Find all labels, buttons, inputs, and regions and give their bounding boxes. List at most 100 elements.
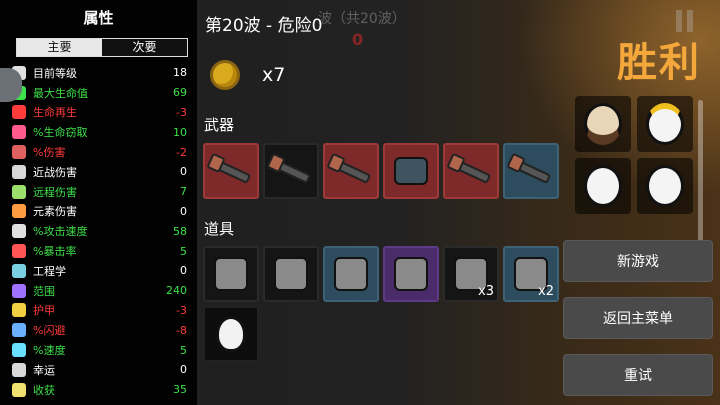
stat-value: 35 bbox=[173, 383, 187, 397]
minigun-weapon-icon bbox=[394, 157, 428, 185]
main-menu-button[interactable]: 返回主菜单 bbox=[563, 297, 713, 339]
items-row-2 bbox=[203, 306, 259, 362]
blob-item[interactable] bbox=[203, 306, 259, 362]
stat-row: 护甲 -3 bbox=[12, 301, 189, 321]
shotgun-weapon[interactable] bbox=[443, 143, 499, 199]
stat-value: -3 bbox=[176, 105, 187, 119]
dodge-icon bbox=[12, 323, 26, 338]
ranged-icon bbox=[12, 184, 26, 199]
stat-label: %攻击速度 bbox=[33, 225, 88, 239]
shotgun-weapon-icon bbox=[270, 158, 312, 184]
stat-row: 近战伤害 0 bbox=[12, 162, 189, 182]
shotgun-weapon-icon bbox=[330, 158, 372, 184]
spyglass-item[interactable] bbox=[323, 246, 379, 302]
shotgun-weapon[interactable] bbox=[263, 143, 319, 199]
stat-label: 生命再生 bbox=[33, 106, 77, 120]
harvest-icon bbox=[12, 382, 26, 397]
fox-item[interactable]: x3 bbox=[443, 246, 499, 302]
egg-smug-character-icon bbox=[646, 165, 684, 207]
stat-label: 工程学 bbox=[33, 264, 66, 278]
bearded-character[interactable] bbox=[575, 96, 631, 152]
lifesteal-icon bbox=[12, 125, 26, 140]
stat-label: 最大生命值 bbox=[33, 86, 88, 100]
retry-button[interactable]: 重试 bbox=[563, 354, 713, 396]
stat-label: 护甲 bbox=[33, 304, 55, 318]
blob-item-icon bbox=[216, 316, 246, 352]
stat-value: 10 bbox=[173, 125, 187, 139]
new-game-button[interactable]: 新游戏 bbox=[563, 240, 713, 282]
damage-icon bbox=[12, 145, 26, 160]
pause-icon[interactable] bbox=[676, 10, 694, 32]
regen-icon bbox=[12, 105, 26, 120]
stat-value: 5 bbox=[180, 244, 187, 258]
coffee-item[interactable] bbox=[203, 246, 259, 302]
stat-row: 幸运 0 bbox=[12, 360, 189, 380]
stats-panel: 属性 主要 次要 目前等级 18 最大生命值 69 生命再生 -3 %生命窃取 10 %伤害 -2… bbox=[0, 0, 197, 405]
stat-label: 远程伤害 bbox=[33, 185, 77, 199]
shotgun-weapon[interactable] bbox=[323, 143, 379, 199]
speed-icon bbox=[12, 343, 26, 358]
stat-value: 0 bbox=[180, 363, 187, 377]
stat-label: 收获 bbox=[33, 383, 55, 397]
character-grid bbox=[575, 96, 695, 214]
stat-row: %伤害 -2 bbox=[12, 142, 189, 162]
spyglass-item-icon bbox=[334, 257, 368, 291]
stat-label: 近战伤害 bbox=[33, 165, 77, 179]
stat-value: 58 bbox=[173, 224, 187, 238]
stats-title: 属性 bbox=[83, 9, 114, 27]
item-quantity: x2 bbox=[538, 284, 554, 299]
stat-row: %暴击率 5 bbox=[12, 241, 189, 261]
stat-row: 范围 240 bbox=[12, 281, 189, 301]
stat-label: 幸运 bbox=[33, 363, 55, 377]
stat-label: %速度 bbox=[33, 344, 66, 358]
egg-character[interactable] bbox=[575, 158, 631, 214]
coin-count: x7 bbox=[262, 64, 286, 86]
stat-value: 18 bbox=[173, 66, 187, 80]
character-avatar bbox=[0, 68, 22, 102]
shotgun-weapon[interactable] bbox=[203, 143, 259, 199]
weapons-row bbox=[203, 143, 559, 199]
stat-row: %生命窃取 10 bbox=[12, 122, 189, 142]
stat-value: 69 bbox=[173, 86, 187, 100]
stat-label: %伤害 bbox=[33, 146, 66, 160]
character-scrollbar[interactable] bbox=[698, 100, 703, 250]
weapons-label: 武器 bbox=[204, 116, 235, 134]
stat-value: -8 bbox=[176, 323, 187, 337]
stat-row: 工程学 0 bbox=[12, 261, 189, 281]
stat-row: 最大生命值 69 bbox=[12, 83, 189, 103]
stat-row: 元素伤害 0 bbox=[12, 202, 189, 222]
shotgun-weapon-icon bbox=[210, 158, 252, 184]
stat-value: -3 bbox=[176, 303, 187, 317]
stat-value: 5 bbox=[180, 343, 187, 357]
coffee-item-icon bbox=[214, 257, 248, 291]
potion-item[interactable]: x2 bbox=[503, 246, 559, 302]
tab-primary[interactable]: 主要 bbox=[17, 39, 102, 56]
stat-row: 目前等级 18 bbox=[12, 63, 189, 83]
crowned-character[interactable] bbox=[637, 96, 693, 152]
crit-icon bbox=[12, 244, 26, 259]
mushroom-item[interactable] bbox=[383, 246, 439, 302]
items-row: x3 x2 bbox=[203, 246, 559, 302]
stat-row: %速度 5 bbox=[12, 340, 189, 360]
shotgun-weapon-icon bbox=[510, 158, 552, 184]
stat-row: 生命再生 -3 bbox=[12, 103, 189, 123]
stat-row: 收获 35 bbox=[12, 380, 189, 400]
range-icon bbox=[12, 283, 26, 298]
stat-row: %攻击速度 58 bbox=[12, 221, 189, 241]
stat-value: 7 bbox=[180, 185, 187, 199]
items-label: 道具 bbox=[204, 220, 235, 238]
stat-label: %暴击率 bbox=[33, 245, 77, 259]
bearded-character-icon bbox=[584, 103, 622, 145]
tongue-item[interactable] bbox=[263, 246, 319, 302]
armor-icon bbox=[12, 303, 26, 318]
minigun-weapon[interactable] bbox=[383, 143, 439, 199]
shotgun-weapon-icon bbox=[450, 158, 492, 184]
mushroom-item-icon bbox=[394, 257, 428, 291]
stat-label: 范围 bbox=[33, 284, 55, 298]
stat-value: 0 bbox=[180, 204, 187, 218]
shotgun-weapon[interactable] bbox=[503, 143, 559, 199]
tab-secondary[interactable]: 次要 bbox=[102, 39, 187, 56]
egg-smug-character[interactable] bbox=[637, 158, 693, 214]
coin-icon bbox=[210, 60, 240, 90]
stat-value: 0 bbox=[180, 165, 187, 179]
